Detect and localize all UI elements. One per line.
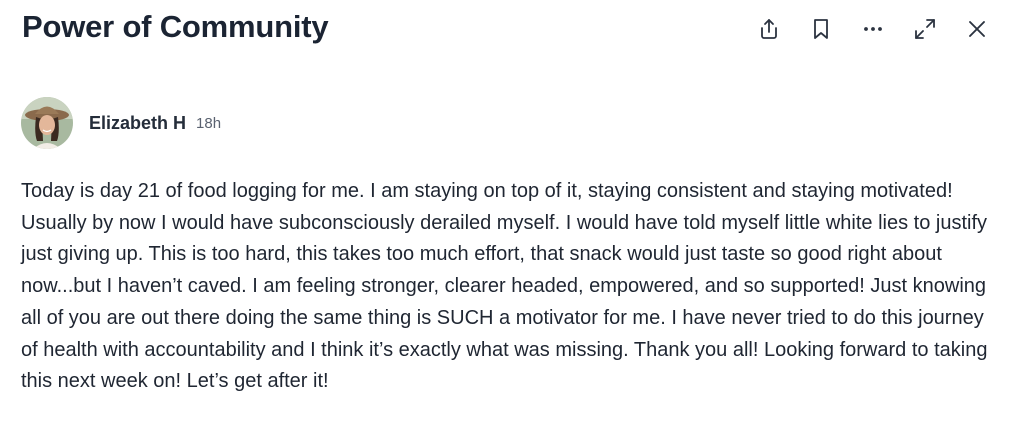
post-actions bbox=[734, 12, 994, 46]
post-body: Today is day 21 of food logging for me. … bbox=[21, 180, 988, 393]
share-icon bbox=[761, 19, 777, 39]
bookmark-icon bbox=[814, 19, 828, 39]
author-name[interactable]: Elizabeth H bbox=[89, 113, 186, 134]
avatar[interactable] bbox=[21, 97, 73, 149]
share-button[interactable] bbox=[752, 12, 786, 46]
close-icon bbox=[969, 21, 985, 37]
close-button[interactable] bbox=[960, 12, 994, 46]
post-title: Power of Community bbox=[22, 9, 329, 44]
post-timestamp: 18h bbox=[196, 114, 222, 132]
avatar-image bbox=[21, 97, 73, 149]
expand-button[interactable] bbox=[908, 12, 942, 46]
bookmark-button[interactable] bbox=[804, 12, 838, 46]
more-icon bbox=[864, 27, 882, 31]
post-header: Power of Community bbox=[22, 0, 994, 60]
post-author: Elizabeth H 18h bbox=[21, 96, 221, 150]
expand-icon bbox=[915, 19, 935, 39]
more-options-button[interactable] bbox=[856, 12, 890, 46]
